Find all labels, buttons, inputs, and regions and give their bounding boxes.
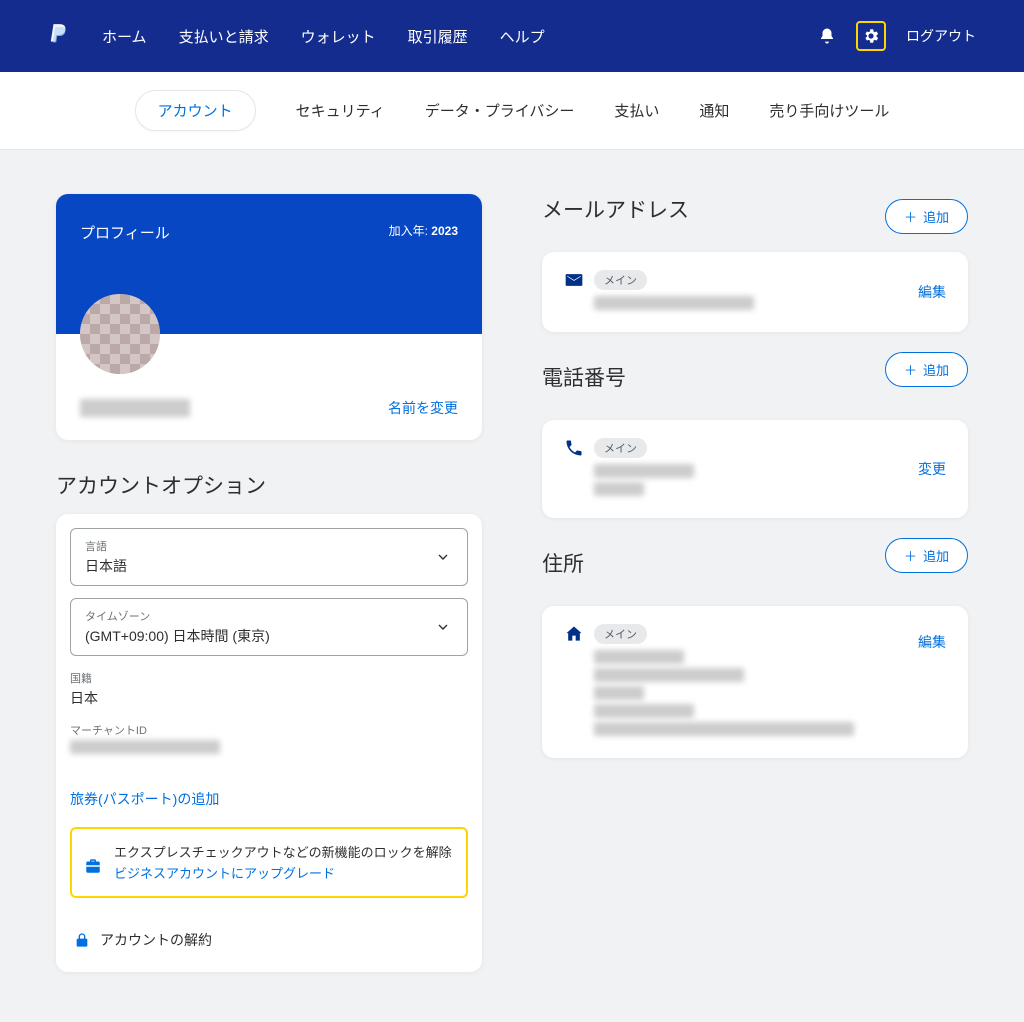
address-card: メイン 編集 (542, 606, 968, 758)
edit-address-link[interactable]: 編集 (918, 632, 946, 652)
edit-phone-link[interactable]: 変更 (918, 459, 946, 479)
paypal-logo[interactable] (48, 23, 70, 49)
merchant-id-label: マーチャントID (70, 722, 468, 738)
nav-wallet[interactable]: ウォレット (301, 26, 376, 47)
address-line (594, 686, 644, 700)
email-badge: メイン (594, 270, 647, 290)
logout-link[interactable]: ログアウト (906, 26, 976, 46)
phone-value-2 (594, 482, 644, 496)
email-card: メイン 編集 (542, 252, 968, 332)
add-address-button[interactable]: ＋追加 (885, 538, 968, 573)
briefcase-icon (84, 857, 102, 875)
address-badge: メイン (594, 624, 647, 644)
chevron-down-icon (435, 549, 451, 565)
upgrade-box: エクスプレスチェックアウトなどの新機能のロックを解除 ビジネスアカウントにアップ… (70, 827, 468, 898)
tab-seller[interactable]: 売り手向けツール (769, 100, 889, 121)
language-select[interactable]: 言語 日本語 (70, 528, 468, 586)
profile-name (80, 399, 190, 417)
nav-payments[interactable]: 支払いと請求 (179, 26, 269, 47)
nationality-label: 国籍 (70, 670, 468, 686)
address-line (594, 650, 684, 664)
timezone-select[interactable]: タイムゾーン (GMT+09:00) 日本時間 (東京) (70, 598, 468, 656)
rename-link[interactable]: 名前を変更 (388, 398, 458, 418)
merchant-id-value (70, 740, 220, 754)
tab-security[interactable]: セキュリティ (296, 100, 385, 121)
email-title: メールアドレス (542, 194, 689, 224)
chevron-down-icon (435, 619, 451, 635)
address-line (594, 704, 694, 718)
avatar[interactable] (80, 294, 160, 374)
tab-payment[interactable]: 支払い (614, 100, 659, 121)
joined-year: 加入年: 2023 (389, 222, 458, 239)
passport-link[interactable]: 旅券(パスポート)の追加 (70, 789, 468, 809)
add-phone-button[interactable]: ＋追加 (885, 352, 968, 387)
edit-email-link[interactable]: 編集 (918, 282, 946, 302)
nav-home[interactable]: ホーム (102, 26, 147, 47)
lock-icon (74, 932, 90, 948)
upgrade-link[interactable]: ビジネスアカウントにアップグレード (114, 866, 335, 881)
nav-activity[interactable]: 取引履歴 (408, 26, 468, 47)
home-icon (564, 624, 584, 644)
bell-icon[interactable] (812, 21, 842, 51)
address-line (594, 722, 854, 736)
phone-title: 電話番号 (542, 362, 626, 392)
address-line (594, 668, 744, 682)
gear-icon[interactable] (856, 21, 886, 51)
nav-help[interactable]: ヘルプ (500, 26, 545, 47)
add-email-button[interactable]: ＋追加 (885, 199, 968, 234)
options-title: アカウントオプション (56, 470, 482, 500)
tab-notification[interactable]: 通知 (699, 100, 729, 121)
nationality-value: 日本 (70, 688, 468, 708)
phone-icon (564, 438, 584, 458)
email-value (594, 296, 754, 310)
phone-card: メイン 変更 (542, 420, 968, 518)
mail-icon (564, 270, 584, 290)
close-account-link[interactable]: アカウントの解約 (70, 920, 468, 958)
tab-account[interactable]: アカウント (135, 90, 256, 131)
address-title: 住所 (542, 548, 584, 578)
phone-value (594, 464, 694, 478)
tab-privacy[interactable]: データ・プライバシー (425, 100, 575, 121)
phone-badge: メイン (594, 438, 647, 458)
